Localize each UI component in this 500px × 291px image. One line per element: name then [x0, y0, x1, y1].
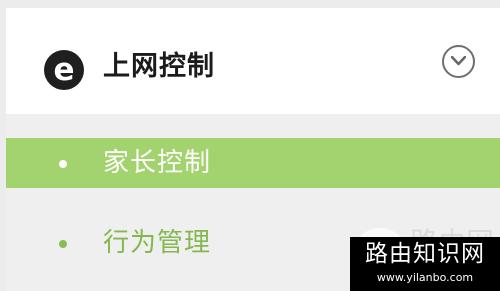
menu-item-label: 家长控制 [103, 148, 212, 178]
dot-icon [59, 160, 67, 168]
watermark-title: 路由知识网 [365, 241, 485, 267]
watermark-badge: 路由知识网 www.yilanbo.com [350, 237, 500, 291]
menu-item-label: 行为管理 [103, 228, 212, 258]
watermark-url: www.yilanbo.com [376, 271, 474, 284]
menu-item-parental-control[interactable]: 家长控制 [6, 138, 500, 188]
menu-header[interactable]: e 上网控制 [6, 8, 500, 114]
dot-icon [59, 240, 67, 248]
menu-title: 上网控制 [103, 51, 215, 82]
ie-logo-icon: e [44, 50, 84, 90]
chevron-down-circle-icon[interactable] [442, 45, 475, 78]
